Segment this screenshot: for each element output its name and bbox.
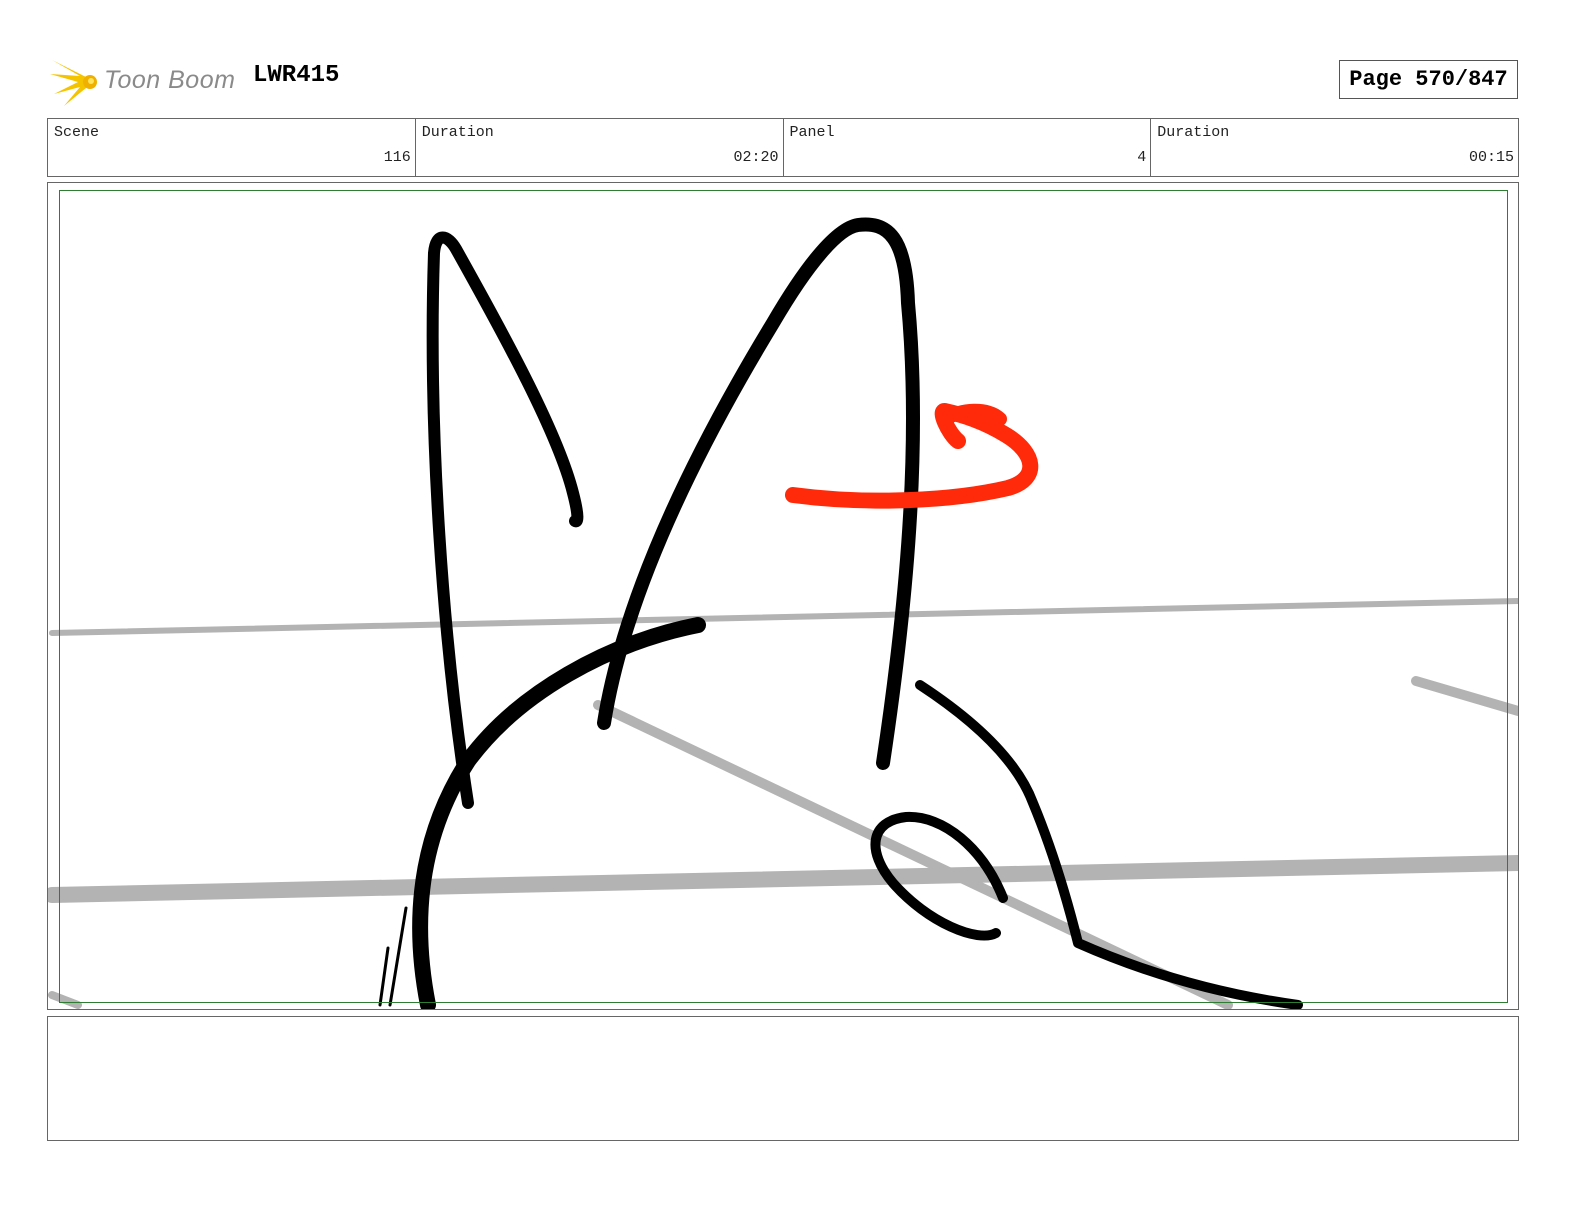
head-curve-stroke (412, 617, 706, 1009)
panel-duration-value: 00:15 (1468, 149, 1514, 166)
hair-stroke-a (378, 946, 390, 1007)
scene-duration-cell: Duration 02:20 (416, 119, 784, 176)
panel-duration-label: Duration (1157, 124, 1230, 141)
storyboard-panel (47, 182, 1519, 1010)
toon-boom-star-icon (50, 60, 97, 106)
scene-label: Scene (54, 124, 100, 141)
guide-line-upper (49, 598, 1518, 636)
panel-value: 4 (1137, 149, 1147, 166)
hair-stroke-b (388, 906, 408, 1007)
panel-drawing (48, 217, 1518, 1009)
scene-value: 116 (383, 149, 411, 166)
guide-line-corner (48, 991, 82, 1009)
page-counter: Page 570/847 (1339, 60, 1518, 99)
guide-line-lower (48, 855, 1518, 903)
cheek-stroke (915, 680, 1303, 1009)
toon-boom-logo: Toon Boom (50, 54, 240, 110)
panel-info-row: Scene 116 Duration 02:20 Panel 4 Duratio… (47, 118, 1519, 177)
notes-box[interactable] (47, 1016, 1519, 1141)
panel-cell: Panel 4 (784, 119, 1152, 176)
project-id: LWR415 (253, 62, 340, 89)
guide-line-right (1411, 676, 1518, 716)
page-label: Page 570/847 (1349, 67, 1508, 92)
scene-duration-value: 02:20 (733, 149, 779, 166)
panel-label: Panel (789, 124, 835, 141)
scene-duration-label: Duration (421, 124, 494, 141)
panel-duration-cell: Duration 00:15 (1151, 119, 1518, 176)
logo-text: Toon Boom (104, 66, 236, 94)
rotation-arrow-tip (939, 403, 1007, 426)
scene-cell: Scene 116 (48, 119, 416, 176)
